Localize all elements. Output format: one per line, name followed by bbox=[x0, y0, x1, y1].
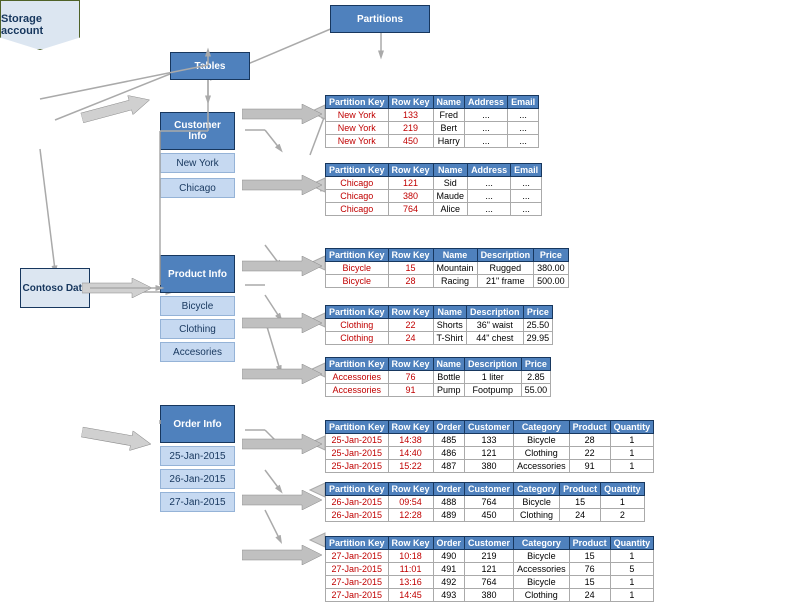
arrow-customer-chicago bbox=[242, 175, 322, 195]
contoso-data-box: Contoso Data bbox=[20, 268, 90, 308]
order-jan27-table: Partition KeyRow KeyOrderCustomerCategor… bbox=[325, 536, 654, 602]
arrow-product-accessories bbox=[242, 364, 322, 384]
customer-info-group: Customer Info bbox=[160, 112, 235, 150]
tables-label: Tables bbox=[170, 52, 250, 80]
arrow-product-clothing bbox=[242, 313, 322, 333]
order-jan26-table: Partition KeyRow KeyOrderCustomerCategor… bbox=[325, 482, 645, 522]
storage-account-label: Storage account bbox=[1, 13, 79, 37]
accessories-table: Partition KeyRow KeyNameDescriptionPrice… bbox=[325, 357, 551, 397]
accessories-partition: Accesories bbox=[160, 342, 235, 362]
partitions-label: Partitions bbox=[330, 5, 430, 33]
arrow-product-bicycle bbox=[242, 256, 322, 276]
order-jan25-table: Partition KeyRow KeyOrderCustomerCategor… bbox=[325, 420, 654, 473]
diagram: Storage account Partitions Tables Contos… bbox=[0, 0, 803, 606]
arrow-customer-ny bbox=[242, 104, 322, 124]
clothing-table: Partition KeyRow KeyNameDescriptionPrice… bbox=[325, 305, 553, 345]
arrow-storage-customer bbox=[79, 90, 152, 127]
customer-chicago-table: Partition KeyRow KeyNameAddressEmail Chi… bbox=[325, 163, 542, 216]
jan25-partition: 25-Jan-2015 bbox=[160, 446, 235, 466]
arrow-order-jan26 bbox=[242, 490, 322, 510]
arrow-storage-product bbox=[82, 278, 152, 298]
clothing-partition: Clothing bbox=[160, 319, 235, 339]
arrow-storage-order bbox=[80, 422, 152, 454]
jan26-partition: 26-Jan-2015 bbox=[160, 469, 235, 489]
bicycle-partition: Bicycle bbox=[160, 296, 235, 316]
storage-account-box: Storage account bbox=[0, 0, 80, 50]
customer-chicago-partition: Chicago bbox=[160, 178, 235, 198]
bicycle-table: Partition KeyRow KeyNameDescriptionPrice… bbox=[325, 248, 569, 288]
arrow-order-jan25 bbox=[242, 434, 322, 454]
order-info-group: Order Info bbox=[160, 405, 235, 443]
customer-ny-table: Partition KeyRow KeyNameAddressEmail New… bbox=[325, 95, 539, 148]
arrow-order-jan27 bbox=[242, 545, 322, 565]
jan27-partition: 27-Jan-2015 bbox=[160, 492, 235, 512]
product-info-group: Product Info bbox=[160, 255, 235, 293]
customer-ny-partition: New York bbox=[160, 153, 235, 173]
